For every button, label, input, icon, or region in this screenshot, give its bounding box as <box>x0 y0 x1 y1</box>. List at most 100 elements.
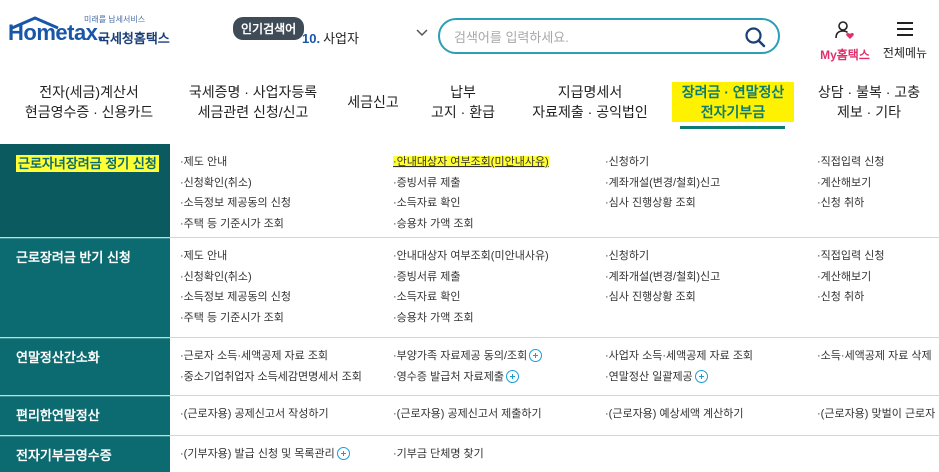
nav-item-certificate[interactable]: 국세증명 · 사업자등록 세금관련 신청/신고 <box>178 82 328 122</box>
menu-col: ·직접입력 신청 ·계산해보기 ·신청 취하 <box>817 246 884 308</box>
menu-row-earned-income-half: 근로장려금 반기 신청 ·제도 안내 ·신청확인(취소) ·소득정보 제공동의 … <box>0 238 939 338</box>
menu-link[interactable]: ·신청하기 <box>605 152 720 173</box>
menu-link[interactable]: ·신청확인(취소) <box>180 173 291 194</box>
category-earned-income-half[interactable]: 근로장려금 반기 신청 <box>0 238 170 337</box>
category-divider <box>0 338 170 339</box>
nav-item-incentive[interactable]: 장려금 · 연말정산 전자기부금 <box>672 82 794 122</box>
popular-search-term[interactable]: 10. 사업자 <box>302 28 359 47</box>
menu-col: ·(기부자용) 발급 신청 및 목록관리 <box>180 444 350 465</box>
all-menu-button[interactable]: 전체메뉴 <box>871 20 939 61</box>
menu-col: ·(근로자용) 맞벌이 근로자 <box>817 404 935 425</box>
chevron-down-icon[interactable] <box>416 29 428 37</box>
menu-col: ·안내대상자 여부조회(미안내사유) ·증빙서류 제출 ·소득자료 확인 ·승용… <box>393 246 549 328</box>
menu-link[interactable]: ·직접입력 신청 <box>817 152 884 173</box>
menu-link[interactable]: ·사업자 소득·세액공제 자료 조회 <box>605 346 753 367</box>
popular-search-badge: 인기검색어 <box>233 17 305 40</box>
nav-item-e-invoice[interactable]: 전자(세금)계산서 현금영수증 · 신용카드 <box>14 82 164 122</box>
menu-link[interactable]: ·영수증 발급처 자료제출 <box>393 367 542 388</box>
nav-item-payment-statement[interactable]: 지급명세서 자료제출 · 공익법인 <box>520 82 660 122</box>
menu-link[interactable]: ·소득자료 확인 <box>393 193 549 214</box>
header: 미래를 납세서비스 Hometax. 국세청홈택스 인기검색어 10.사업자 M… <box>0 0 939 62</box>
menu-col: ·(근로자용) 예상세액 계산하기 <box>605 404 744 425</box>
menu-link[interactable]: ·안내대상자 여부조회(미안내사유) <box>393 246 549 267</box>
main-nav: 전자(세금)계산서 현금영수증 · 신용카드 국세증명 · 사업자등록 세금관련… <box>0 82 939 132</box>
menu-link[interactable]: ·(근로자용) 예상세액 계산하기 <box>605 404 744 425</box>
logo-brand: Hometax. <box>8 20 104 45</box>
menu-row-convenient-year-end: 편리한연말정산 ·(근로자용) 공제신고서 작성하기 ·(근로자용) 공제신고서… <box>0 396 939 436</box>
category-convenient-year-end[interactable]: 편리한연말정산 <box>0 396 170 435</box>
menu-col: ·기부금 단체명 찾기 <box>393 444 484 465</box>
logo-brand-sub: 국세청홈택스 <box>98 31 170 46</box>
hometax-logo[interactable]: 미래를 납세서비스 Hometax. 국세청홈택스 <box>8 14 183 54</box>
plus-circle-icon[interactable] <box>505 369 519 383</box>
menu-link[interactable]: ·심사 진행상황 조회 <box>605 287 720 308</box>
menu-col: ·소득·세액공제 자료 삭제 <box>817 346 932 367</box>
menu-link[interactable]: ·직접입력 신청 <box>817 246 884 267</box>
plus-circle-icon[interactable] <box>336 447 350 460</box>
menu-row-donation-receipt: 전자기부금영수증 ·(기부자용) 발급 신청 및 목록관리 ·기부금 단체명 찾… <box>0 436 939 472</box>
menu-link[interactable]: ·계좌개설(변경/철회)신고 <box>605 173 720 194</box>
menu-link[interactable]: ·계산해보기 <box>817 267 884 288</box>
category-divider <box>0 238 170 239</box>
category-divider <box>0 436 170 437</box>
menu-col: ·제도 안내 ·신청확인(취소) ·소득정보 제공동의 신청 ·주택 등 기준시… <box>180 246 291 328</box>
nav-item-tax-return[interactable]: 세금신고 <box>340 92 406 112</box>
menu-col: ·안내대상자 여부조회(미안내사유) ·증빙서류 제출 ·소득자료 확인 ·승용… <box>393 152 549 234</box>
category-divider <box>0 396 170 397</box>
category-year-end-simplified[interactable]: 연말정산간소화 <box>0 338 170 395</box>
popular-term: 사업자 <box>323 31 359 46</box>
menu-link[interactable]: ·(근로자용) 공제신고서 작성하기 <box>180 404 329 425</box>
search-box <box>438 18 780 54</box>
plus-circle-icon[interactable] <box>694 369 708 383</box>
menu-link[interactable]: ·신청 취하 <box>817 287 884 308</box>
menu-link[interactable]: ·(근로자용) 맞벌이 근로자 <box>817 404 935 425</box>
category-donation-receipt[interactable]: 전자기부금영수증 <box>0 436 170 472</box>
menu-link[interactable]: ·주택 등 기준시가 조회 <box>180 308 291 329</box>
menu-link[interactable]: ·소득자료 확인 <box>393 287 549 308</box>
menu-link[interactable]: ·계좌개설(변경/철회)신고 <box>605 267 720 288</box>
menu-link[interactable]: ·승용차 가액 조회 <box>393 214 549 235</box>
plus-circle-icon[interactable] <box>529 349 543 362</box>
menu-col: ·사업자 소득·세액공제 자료 조회 ·연말정산 일괄제공 <box>605 346 753 387</box>
menu-link[interactable]: ·연말정산 일괄제공 <box>605 367 753 388</box>
menu-col: ·제도 안내 ·신청확인(취소) ·소득정보 제공동의 신청 ·주택 등 기준시… <box>180 152 291 234</box>
menu-link[interactable]: ·신청확인(취소) <box>180 267 291 288</box>
all-menu-label: 전체메뉴 <box>882 46 928 60</box>
nav-active-underline <box>680 126 785 129</box>
nav-item-payment[interactable]: 납부 고지 · 환급 <box>418 82 508 122</box>
menu-row-child-incentive: 근로자녀장려금 정기 신청 ·제도 안내 ·신청확인(취소) ·소득정보 제공동… <box>0 144 939 238</box>
menu-link[interactable]: ·근로자 소득·세액공제 자료 조회 <box>180 346 362 367</box>
menu-col: ·신청하기 ·계좌개설(변경/철회)신고 ·심사 진행상황 조회 <box>605 246 720 308</box>
menu-row-year-end-simplified: 연말정산간소화 ·근로자 소득·세액공제 자료 조회 ·중소기업취업자 소득세감… <box>0 338 939 396</box>
menu-link[interactable]: ·제도 안내 <box>180 152 291 173</box>
menu-link[interactable]: ·신청 취하 <box>817 193 884 214</box>
menu-link[interactable]: ·제도 안내 <box>180 246 291 267</box>
popular-rank: 10. <box>302 31 321 46</box>
menu-link[interactable]: ·심사 진행상황 조회 <box>605 193 720 214</box>
menu-link[interactable]: ·중소기업취업자 소득세감면명세서 조회 <box>180 367 362 388</box>
menu-link[interactable]: ·신청하기 <box>605 246 720 267</box>
menu-link[interactable]: ·계산해보기 <box>817 173 884 194</box>
mega-menu: 근로자녀장려금 정기 신청 ·제도 안내 ·신청확인(취소) ·소득정보 제공동… <box>0 144 939 472</box>
menu-link[interactable]: ·소득정보 제공동의 신청 <box>180 287 291 308</box>
search-input[interactable] <box>454 27 724 47</box>
menu-link[interactable]: ·소득정보 제공동의 신청 <box>180 193 291 214</box>
my-hometax-button[interactable]: My홈택스 <box>815 20 875 63</box>
menu-link[interactable]: ·(기부자용) 발급 신청 및 목록관리 <box>180 444 350 465</box>
menu-link[interactable]: ·소득·세액공제 자료 삭제 <box>817 346 932 367</box>
menu-link[interactable]: ·(근로자용) 공제신고서 제출하기 <box>393 404 542 425</box>
menu-col: ·직접입력 신청 ·계산해보기 ·신청 취하 <box>817 152 884 214</box>
menu-link-eligibility[interactable]: ·안내대상자 여부조회(미안내사유) <box>393 152 549 173</box>
menu-link[interactable]: ·기부금 단체명 찾기 <box>393 444 484 465</box>
nav-item-consult[interactable]: 상담 · 불복 · 고충 제보 · 기타 <box>806 82 932 122</box>
menu-link[interactable]: ·주택 등 기준시가 조회 <box>180 214 291 235</box>
category-child-incentive[interactable]: 근로자녀장려금 정기 신청 <box>0 144 170 237</box>
menu-col: ·근로자 소득·세액공제 자료 조회 ·중소기업취업자 소득세감면명세서 조회 <box>180 346 362 387</box>
search-icon[interactable] <box>744 26 766 48</box>
menu-link[interactable]: ·증빙서류 제출 <box>393 267 549 288</box>
menu-link[interactable]: ·승용차 가액 조회 <box>393 308 549 329</box>
menu-link[interactable]: ·부양가족 자료제공 동의/조회 <box>393 346 543 367</box>
menu-col: ·(근로자용) 공제신고서 제출하기 <box>393 404 542 425</box>
menu-link[interactable]: ·증빙서류 제출 <box>393 173 549 194</box>
user-heart-icon <box>835 21 854 39</box>
